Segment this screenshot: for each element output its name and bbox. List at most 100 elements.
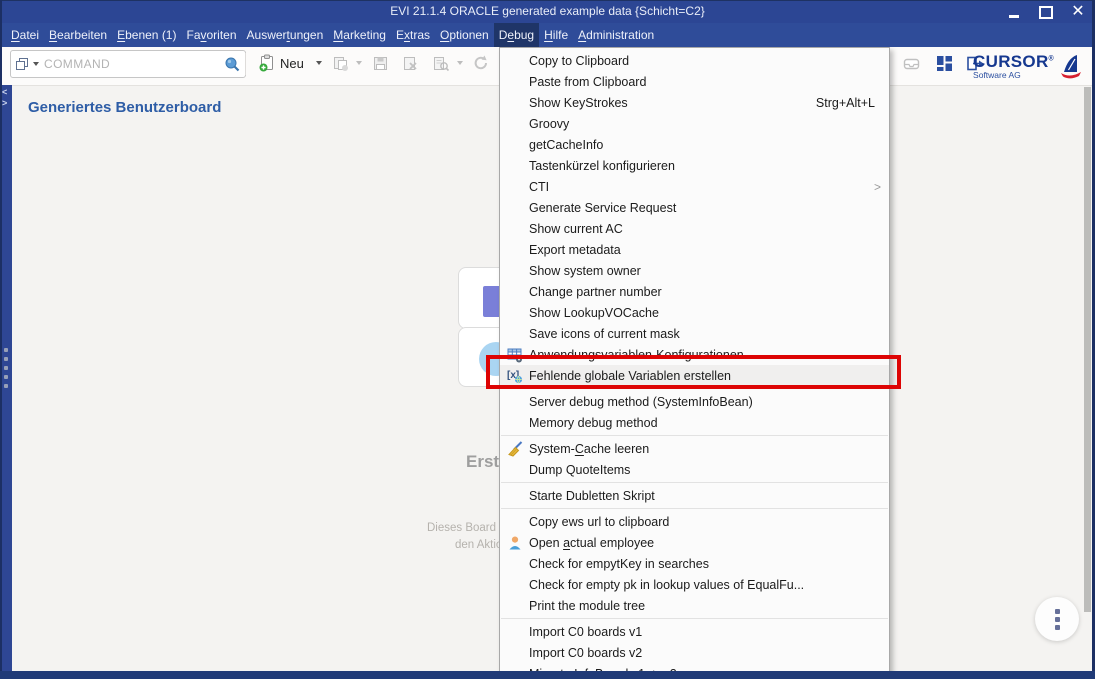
- menu-item-show-keystrokes[interactable]: Show KeyStrokesStrg+Alt+L: [500, 92, 889, 113]
- paste-dropdown-caret[interactable]: [356, 61, 362, 65]
- chevron-right-icon[interactable]: >: [2, 98, 7, 108]
- broom-icon: [500, 441, 529, 457]
- menubar-item-favoriten[interactable]: Favoriten: [181, 23, 241, 47]
- maximize-button[interactable]: [1037, 3, 1055, 21]
- menu-item-label: Groovy: [529, 117, 569, 131]
- menu-item-memory-debug-method[interactable]: Memory debug method: [500, 412, 889, 433]
- menubar-item-marketing[interactable]: Marketing: [328, 23, 391, 47]
- paste-button[interactable]: [328, 50, 369, 76]
- menu-item-import-c0-boards-v1[interactable]: Import C0 boards v1: [500, 621, 889, 642]
- new-button[interactable]: Neu: [254, 50, 329, 76]
- menu-item-groovy[interactable]: Groovy: [500, 113, 889, 134]
- menu-item-copy-to-clipboard[interactable]: Copy to Clipboard: [500, 50, 889, 71]
- menu-item-server-debug-method-systeminfobean[interactable]: Server debug method (SystemInfoBean): [500, 391, 889, 412]
- menu-item-label: Copy to Clipboard: [529, 54, 629, 68]
- menu-item-label: getCacheInfo: [529, 138, 603, 152]
- menu-item-anwendungsvariablen-konfigurationen[interactable]: Anwendungsvariablen-Konfigurationen: [500, 344, 889, 365]
- menubar-item-auswertungen[interactable]: Auswertungen: [242, 23, 329, 47]
- menu-item-show-lookupvocache[interactable]: Show LookupVOCache: [500, 302, 889, 323]
- close-button[interactable]: ✕: [1069, 3, 1087, 21]
- delete-button[interactable]: [398, 50, 423, 76]
- save-button[interactable]: [368, 50, 393, 76]
- menu-item-label: Show LookupVOCache: [529, 306, 659, 320]
- more-actions-fab[interactable]: [1035, 597, 1079, 641]
- board-partial-text-1: Dieses Board e: [427, 522, 506, 534]
- menu-item-label: Fehlende globale Variablen erstellen: [529, 369, 731, 383]
- menu-item-label: System-Cache leeren: [529, 442, 649, 456]
- menu-separator: [501, 435, 888, 436]
- menu-item-label: Anwendungsvariablen-Konfigurationen: [529, 348, 744, 362]
- menu-item-copy-ews-url-to-clipboard[interactable]: Copy ews url to clipboard: [500, 511, 889, 532]
- board-partial-text-2: den Aktio: [455, 539, 502, 551]
- command-combo[interactable]: [10, 50, 246, 78]
- menu-item-change-partner-number[interactable]: Change partner number: [500, 281, 889, 302]
- drag-handle-dots[interactable]: [4, 348, 8, 388]
- menu-item-label: Import C0 boards v2: [529, 646, 642, 660]
- menu-separator: [501, 508, 888, 509]
- chevron-left-icon[interactable]: <: [2, 87, 7, 97]
- new-dropdown-caret[interactable]: [316, 61, 322, 65]
- menu-item-label: Server debug method (SystemInfoBean): [529, 395, 753, 409]
- toolbar-separator: [245, 53, 246, 75]
- menu-item-generate-service-request[interactable]: Generate Service Request: [500, 197, 889, 218]
- brand-name: CURSOR®: [973, 53, 1054, 70]
- application-window: EVI 21.1.4 ORACLE generated example data…: [0, 0, 1095, 679]
- menu-item-tastenk-rzel-konfigurieren[interactable]: Tastenkürzel konfigurieren: [500, 155, 889, 176]
- debug-menu-popup: Copy to ClipboardPaste from ClipboardSho…: [499, 47, 890, 679]
- minimize-button[interactable]: [1005, 3, 1023, 21]
- menu-item-fehlende-globale-variablen-erstellen[interactable]: [x]Fehlende globale Variablen erstellen: [500, 365, 889, 386]
- menu-item-label: Save icons of current mask: [529, 327, 680, 341]
- command-dropdown-caret[interactable]: [33, 62, 39, 66]
- dashboard-button[interactable]: [932, 50, 957, 76]
- tray-button[interactable]: [898, 50, 925, 76]
- refresh-icon: [472, 54, 490, 72]
- window-selector-icon: [15, 57, 30, 72]
- menu-item-import-c0-boards-v2[interactable]: Import C0 boards v2: [500, 642, 889, 663]
- page-title: Generiertes Benutzerboard: [28, 99, 221, 116]
- vertical-scrollbar-thumb[interactable]: [1084, 87, 1091, 612]
- maximize-icon: [1039, 6, 1053, 19]
- menu-item-getcacheinfo[interactable]: getCacheInfo: [500, 134, 889, 155]
- search-form-dropdown-caret[interactable]: [457, 61, 463, 65]
- paste-icon: [332, 55, 349, 72]
- menubar-item-debug[interactable]: Debug: [494, 23, 539, 47]
- dot-icon: [1055, 609, 1060, 614]
- menu-item-check-for-empytkey-in-searches[interactable]: Check for empytKey in searches: [500, 553, 889, 574]
- menu-item-show-system-owner[interactable]: Show system owner: [500, 260, 889, 281]
- missing-global-variables-icon: [x]: [500, 368, 529, 384]
- menu-item-label: Show current AC: [529, 222, 623, 236]
- search-form-button[interactable]: [428, 50, 470, 76]
- menubar-item-ebenen-1[interactable]: Ebenen (1): [112, 23, 181, 47]
- close-icon: ✕: [1071, 4, 1084, 20]
- menu-item-cti[interactable]: CTI >: [500, 176, 889, 197]
- search-icon[interactable]: [223, 56, 241, 73]
- menu-item-print-the-module-tree[interactable]: Print the module tree: [500, 595, 889, 616]
- menubar-item-administration[interactable]: Administration: [573, 23, 659, 47]
- menu-item-system-cache-leeren[interactable]: System-Cache leeren: [500, 438, 889, 459]
- submenu-arrow-icon: >: [874, 180, 881, 194]
- menu-separator: [501, 618, 888, 619]
- title-bar[interactable]: EVI 21.1.4 ORACLE generated example data…: [0, 0, 1095, 23]
- search-form-icon: [432, 55, 450, 72]
- menubar-item-hilfe[interactable]: Hilfe: [539, 23, 573, 47]
- menu-item-paste-from-clipboard[interactable]: Paste from Clipboard: [500, 71, 889, 92]
- menu-item-dump-quoteitems[interactable]: Dump QuoteItems: [500, 459, 889, 480]
- employee-icon: [500, 535, 529, 551]
- refresh-button[interactable]: [468, 50, 494, 76]
- menu-item-label: Show KeyStrokes: [529, 96, 628, 110]
- command-input[interactable]: [42, 56, 223, 72]
- menu-item-check-for-empty-pk-in-lookup-values-of-equalfu[interactable]: Check for empty pk in lookup values of E…: [500, 574, 889, 595]
- menu-item-open-actual-employee[interactable]: Open actual employee: [500, 532, 889, 553]
- menu-item-label: Dump QuoteItems: [529, 463, 630, 477]
- dot-icon: [1055, 617, 1060, 622]
- menu-item-show-current-ac[interactable]: Show current AC: [500, 218, 889, 239]
- menu-item-starte-dubletten-skript[interactable]: Starte Dubletten Skript: [500, 485, 889, 506]
- menu-item-label: Memory debug method: [529, 416, 658, 430]
- menu-item-export-metadata[interactable]: Export metadata: [500, 239, 889, 260]
- menu-item-label: CTI: [529, 180, 549, 194]
- menubar-item-bearbeiten[interactable]: Bearbeiten: [44, 23, 112, 47]
- menubar-item-extras[interactable]: Extras: [391, 23, 435, 47]
- menu-item-save-icons-of-current-mask[interactable]: Save icons of current mask: [500, 323, 889, 344]
- menubar-item-optionen[interactable]: Optionen: [435, 23, 494, 47]
- menubar-item-datei[interactable]: Datei: [6, 23, 44, 47]
